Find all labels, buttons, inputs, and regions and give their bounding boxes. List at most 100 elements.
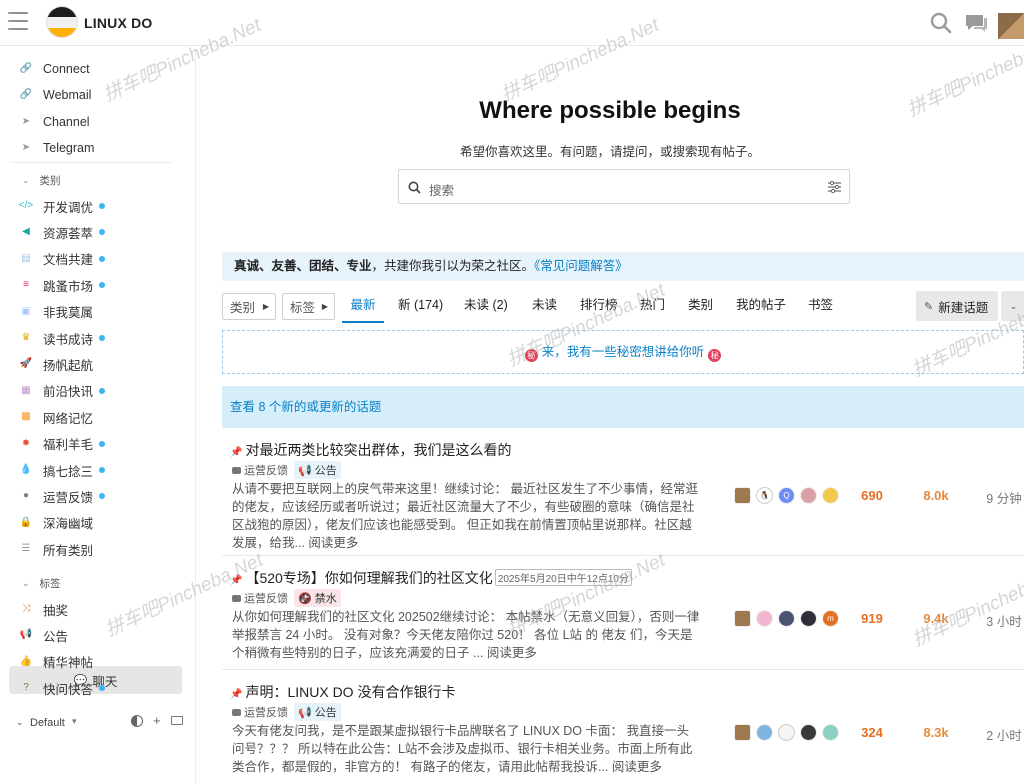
- read-more-link[interactable]: 阅读更多: [308, 536, 358, 550]
- avatar[interactable]: [800, 610, 817, 627]
- sidebar-item-label: 搞七捻三: [43, 464, 94, 479]
- faq-link[interactable]: 《常见问题解答》: [534, 259, 628, 273]
- tab-bookmarks[interactable]: 书签: [808, 291, 833, 323]
- avatar[interactable]: Q: [778, 487, 795, 504]
- topic-category[interactable]: 运营反馈: [232, 462, 288, 478]
- sidebar-item-label: 快问快答: [43, 682, 94, 697]
- add-icon[interactable]: +: [153, 713, 161, 728]
- list-icon: ☰: [21, 543, 31, 555]
- category-dropdown[interactable]: 类别 ▶: [222, 293, 276, 320]
- topic-category[interactable]: 运营反馈: [232, 704, 288, 720]
- sidebar-item-link-3[interactable]: ➤ Telegram: [0, 137, 95, 159]
- avatar[interactable]: m: [822, 610, 839, 627]
- read-more-link[interactable]: 阅读更多: [612, 760, 662, 774]
- topic-tag[interactable]: 📢 公告: [294, 461, 341, 479]
- unread-dot: [99, 440, 106, 447]
- search-icon[interactable]: [930, 12, 952, 34]
- tab-hot[interactable]: 热门: [640, 291, 665, 323]
- read-more-link[interactable]: 阅读更多: [487, 646, 537, 660]
- avatar[interactable]: [778, 724, 795, 741]
- tab-new[interactable]: 新 (174): [398, 291, 443, 323]
- avatar[interactable]: [800, 724, 817, 741]
- topic-title[interactable]: 📌 声明：LINUX DO 没有合作银行卡: [230, 682, 455, 702]
- chat-icon[interactable]: [964, 13, 988, 33]
- sidebar-item-category-4[interactable]: ▣ 非我莫属: [0, 301, 93, 323]
- activity-time[interactable]: 2 小时: [984, 725, 1024, 744]
- topic-tag[interactable]: 📢 公告: [294, 703, 341, 721]
- hamburger-menu-icon[interactable]: [8, 12, 28, 30]
- drop-icon: 💧: [19, 464, 33, 475]
- sidebar-item-category-13[interactable]: ☰ 所有类别: [0, 538, 94, 560]
- theme-selector[interactable]: Default: [30, 717, 65, 729]
- topic-title[interactable]: 📌 【520专场】你如何理解我们的社区文化 2025年5月20日中午12点10分: [230, 568, 632, 588]
- sidebar-item-category-2[interactable]: ▤ 文档共建: [0, 248, 106, 270]
- topic-row[interactable]: 📌 【520专场】你如何理解我们的社区文化 2025年5月20日中午12点10分 运…: [222, 556, 1024, 670]
- sidebar-item-category-0[interactable]: </> 开发调优: [0, 195, 106, 217]
- topic-tag[interactable]: 🚱 禁水: [294, 589, 341, 607]
- sidebar-item-tag-3[interactable]: ? 快问快答: [0, 677, 106, 699]
- site-logo[interactable]: [46, 6, 78, 38]
- topic-row[interactable]: 📌 对最近两类比较突出群体，我们是这么看的 运营反馈 📢 公告 从请不要把互联网上的…: [222, 428, 1024, 556]
- sidebar-item-tag-2[interactable]: 👍 精华神帖: [0, 651, 93, 673]
- sidebar-item-category-9[interactable]: ✸ 福利羊毛: [0, 433, 106, 455]
- reply-count[interactable]: 324: [847, 725, 897, 740]
- topic-title[interactable]: 📌 对最近两类比较突出群体，我们是这么看的: [230, 440, 511, 460]
- hint-banner[interactable]: 秘来，我有一些秘密想讲给你听秘: [222, 330, 1024, 374]
- tab-leaderboard[interactable]: 排行榜: [580, 291, 618, 323]
- topic-tag-label: 公告: [314, 465, 337, 477]
- site-title[interactable]: LINUX DO: [84, 15, 153, 31]
- new-topic-options-button[interactable]: ⌄: [1001, 291, 1024, 321]
- avatar[interactable]: [734, 610, 751, 627]
- search-input[interactable]: 搜索: [398, 169, 850, 204]
- sidebar-item-link-2[interactable]: ➤ Channel: [0, 111, 90, 133]
- tab-unread[interactable]: 未读: [532, 291, 557, 323]
- sidebar-item-category-3[interactable]: ≡ 跳蚤市场: [0, 274, 106, 296]
- sidebar-item-tag-1[interactable]: 📢 公告: [0, 624, 68, 646]
- sidebar-item-label: 所有类别: [43, 543, 94, 558]
- avatar[interactable]: [778, 610, 795, 627]
- new-topic-button[interactable]: ✎ 新建话题: [916, 291, 998, 321]
- user-avatar[interactable]: [998, 13, 1024, 39]
- tag-dropdown[interactable]: 标签 ▶: [282, 293, 335, 320]
- search-filter-icon[interactable]: [828, 181, 841, 193]
- sidebar-item-link-0[interactable]: 🔗 Connect: [0, 58, 90, 80]
- sidebar-item-category-6[interactable]: 🚀 扬帆起航: [0, 353, 93, 375]
- tab-categories[interactable]: 类别: [688, 291, 713, 323]
- avatar[interactable]: [734, 724, 751, 741]
- topic-row[interactable]: 📌 声明：LINUX DO 没有合作银行卡 运营反馈 📢 公告 今天有佬友问我，是不…: [222, 670, 1024, 784]
- dark-mode-toggle-icon[interactable]: [131, 715, 143, 727]
- avatar[interactable]: [734, 487, 751, 504]
- sidebar-item-category-12[interactable]: 🔒 深海幽域: [0, 512, 93, 534]
- sidebar-item-category-7[interactable]: ▦ 前沿快讯: [0, 380, 106, 402]
- sidebar-item-category-5[interactable]: ♛ 读书成诗: [0, 327, 106, 349]
- unread-dot: [99, 229, 106, 236]
- new-topics-notice[interactable]: 查看 8 个新的或更新的话题: [222, 386, 1024, 428]
- avatar[interactable]: [756, 610, 773, 627]
- keyboard-icon[interactable]: [171, 716, 183, 725]
- sidebar-item-category-10[interactable]: 💧 搞七捻三: [0, 459, 106, 481]
- reply-count[interactable]: 919: [847, 611, 897, 626]
- sidebar-item-tag-0[interactable]: ⤨ 抽奖: [0, 598, 68, 620]
- sidebar-item-label: 福利羊毛: [43, 438, 94, 453]
- tab-my-posts[interactable]: 我的帖子: [736, 291, 786, 323]
- avatar[interactable]: 🐧: [756, 487, 773, 504]
- avatar[interactable]: [822, 487, 839, 504]
- sidebar-item-link-1[interactable]: 🔗 Webmail: [0, 84, 92, 106]
- sidebar-item-category-8[interactable]: ▩ 网络记忆: [0, 406, 93, 428]
- avatar[interactable]: [822, 724, 839, 741]
- tab-latest[interactable]: 最新: [342, 291, 384, 323]
- pin-icon: 📌: [230, 689, 243, 700]
- avatar[interactable]: [756, 724, 773, 741]
- view-count: 8.0k: [923, 488, 949, 503]
- sidebar-item-label: 读书成诗: [43, 332, 94, 347]
- topic-category[interactable]: 运营反馈: [232, 590, 288, 606]
- reply-count[interactable]: 690: [847, 488, 897, 503]
- activity-time[interactable]: 9 分钟: [984, 488, 1024, 507]
- categories-section-header[interactable]: ⌄ 类别: [0, 171, 61, 189]
- avatar[interactable]: [800, 487, 817, 504]
- tab-unread-count[interactable]: 未读 (2): [464, 291, 508, 323]
- sidebar-item-category-11[interactable]: ● 运营反馈: [0, 485, 106, 507]
- sidebar-item-category-1[interactable]: ◀ 资源荟萃: [0, 221, 106, 243]
- tags-section-header[interactable]: ⌄ 标签: [0, 574, 61, 592]
- activity-time[interactable]: 3 小时: [984, 611, 1024, 630]
